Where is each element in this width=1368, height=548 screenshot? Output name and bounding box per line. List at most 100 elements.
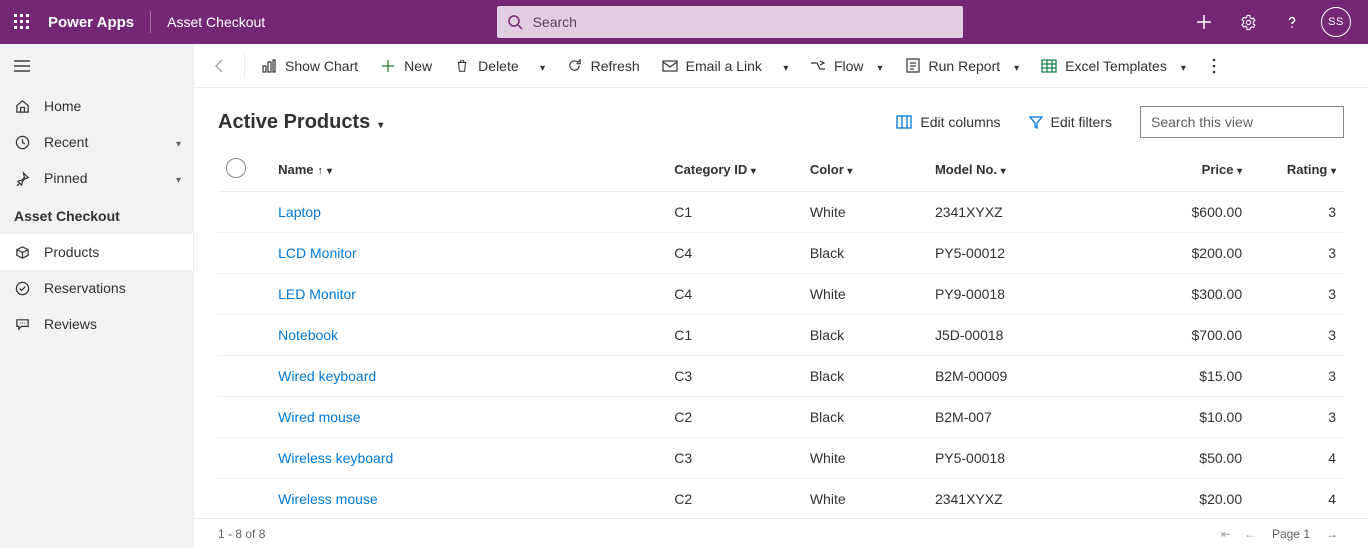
- table-row[interactable]: NotebookC1BlackJ5D-00018$700.003: [218, 315, 1344, 356]
- select-all-header[interactable]: [218, 146, 270, 192]
- cell-model: J5D-00018: [927, 315, 1125, 356]
- cell-rating: 4: [1250, 438, 1344, 479]
- col-model-header[interactable]: Model No.: [927, 146, 1125, 192]
- cell-rating: 4: [1250, 479, 1344, 519]
- nav-collapse-button[interactable]: [0, 44, 193, 88]
- home-icon: [14, 99, 30, 114]
- brand-label: Power Apps: [44, 14, 148, 31]
- show-chart-button[interactable]: Show Chart: [251, 44, 368, 88]
- nav-item-label: Products: [44, 244, 99, 260]
- flow-button[interactable]: Flow: [800, 44, 893, 88]
- row-select-cell[interactable]: [218, 356, 270, 397]
- nav-pinned[interactable]: Pinned: [0, 160, 193, 196]
- edit-columns-label: Edit columns: [920, 114, 1000, 130]
- chevron-down-icon: [176, 134, 181, 150]
- row-select-cell[interactable]: [218, 479, 270, 519]
- record-link[interactable]: Wireless keyboard: [278, 450, 393, 466]
- trash-icon: [454, 58, 470, 74]
- record-link[interactable]: Laptop: [278, 204, 321, 220]
- table-row[interactable]: LCD MonitorC4BlackPY5-00012$200.003: [218, 233, 1344, 274]
- col-name-header[interactable]: Name↑: [270, 146, 666, 192]
- new-button[interactable]: New: [370, 44, 442, 88]
- cell-category: C3: [666, 356, 802, 397]
- table-row[interactable]: Wired mouseC2BlackB2M-007$10.003: [218, 397, 1344, 438]
- record-link[interactable]: Wired keyboard: [278, 368, 376, 384]
- cell-color: Black: [802, 315, 927, 356]
- top-bar: Power Apps Asset Checkout SS: [0, 0, 1368, 44]
- row-select-cell[interactable]: [218, 397, 270, 438]
- record-link[interactable]: LCD Monitor: [278, 245, 357, 261]
- clock-icon: [14, 135, 30, 150]
- chart-icon: [261, 58, 277, 74]
- back-button[interactable]: [202, 44, 238, 88]
- email-link-button[interactable]: Email a Link: [652, 44, 772, 88]
- record-link[interactable]: LED Monitor: [278, 286, 356, 302]
- nav-item-reviews[interactable]: Reviews: [0, 306, 193, 342]
- global-search-box[interactable]: [497, 6, 963, 38]
- run-report-button[interactable]: Run Report: [895, 44, 1030, 88]
- help-button[interactable]: [1272, 0, 1312, 44]
- cell-price: $50.00: [1125, 438, 1250, 479]
- col-label: Category ID: [674, 162, 747, 177]
- nav-home[interactable]: Home: [0, 88, 193, 124]
- view-search-box[interactable]: [1140, 106, 1344, 138]
- nav-item-label: Reservations: [44, 280, 126, 296]
- table-row[interactable]: Wireless mouseC2White2341XYXZ$20.004: [218, 479, 1344, 519]
- cmd-label: Excel Templates: [1065, 58, 1167, 74]
- table-row[interactable]: Wired keyboardC3BlackB2M-00009$15.003: [218, 356, 1344, 397]
- global-search-wrap: [279, 6, 1180, 38]
- table-row[interactable]: Wireless keyboardC3WhitePY5-00018$50.004: [218, 438, 1344, 479]
- excel-templates-button[interactable]: Excel Templates: [1031, 44, 1196, 88]
- delete-split-button[interactable]: [531, 44, 555, 88]
- record-link[interactable]: Wireless mouse: [278, 491, 378, 507]
- command-bar: Show Chart New Delete Refresh Email a Li…: [194, 44, 1368, 88]
- nav-item-products[interactable]: Products: [0, 234, 193, 270]
- table-row[interactable]: LED MonitorC4WhitePY9-00018$300.003: [218, 274, 1344, 315]
- delete-button[interactable]: Delete: [444, 44, 528, 88]
- row-select-cell[interactable]: [218, 315, 270, 356]
- more-commands-button[interactable]: [1202, 44, 1226, 88]
- cmd-label: Email a Link: [686, 58, 762, 74]
- row-select-cell[interactable]: [218, 233, 270, 274]
- table-row[interactable]: LaptopC1White2341XYXZ$600.003: [218, 192, 1344, 233]
- view-search-input[interactable]: [1149, 113, 1334, 131]
- settings-button[interactable]: [1228, 0, 1268, 44]
- prev-page-button[interactable]: ←: [1238, 527, 1262, 541]
- record-link[interactable]: Wired mouse: [278, 409, 360, 425]
- flow-icon: [810, 58, 826, 74]
- first-page-button[interactable]: ⇤: [1214, 527, 1238, 541]
- chevron-down-icon: [1331, 162, 1336, 177]
- cell-rating: 3: [1250, 274, 1344, 315]
- col-category-header[interactable]: Category ID: [666, 146, 802, 192]
- edit-filters-button[interactable]: Edit filters: [1021, 106, 1120, 138]
- cell-color: Black: [802, 397, 927, 438]
- row-select-cell[interactable]: [218, 438, 270, 479]
- report-icon: [905, 58, 921, 74]
- record-link[interactable]: Notebook: [278, 327, 338, 343]
- nav-item-reservations[interactable]: Reservations: [0, 270, 193, 306]
- edit-columns-button[interactable]: Edit columns: [888, 106, 1008, 138]
- refresh-button[interactable]: Refresh: [557, 44, 650, 88]
- row-select-cell[interactable]: [218, 274, 270, 315]
- chevron-down-icon: [1014, 58, 1019, 74]
- col-price-header[interactable]: Price: [1125, 146, 1250, 192]
- chevron-down-icon: [751, 162, 756, 177]
- col-rating-header[interactable]: Rating: [1250, 146, 1344, 192]
- view-selector[interactable]: Active Products: [218, 111, 383, 134]
- global-search-input[interactable]: [531, 13, 953, 31]
- cell-rating: 3: [1250, 356, 1344, 397]
- cell-model: 2341XYXZ: [927, 479, 1125, 519]
- account-button[interactable]: SS: [1316, 0, 1356, 44]
- search-icon: [1334, 115, 1335, 130]
- cmd-label: Run Report: [929, 58, 1001, 74]
- refresh-icon: [567, 58, 583, 74]
- email-link-split-button[interactable]: [774, 44, 798, 88]
- row-select-cell[interactable]: [218, 192, 270, 233]
- nav-recent[interactable]: Recent: [0, 124, 193, 160]
- next-page-button[interactable]: →: [1320, 527, 1344, 541]
- app-launcher-button[interactable]: [0, 0, 44, 44]
- col-color-header[interactable]: Color: [802, 146, 927, 192]
- add-button[interactable]: [1184, 0, 1224, 44]
- chevron-down-icon: [327, 162, 332, 177]
- select-all-checkbox[interactable]: [226, 158, 246, 178]
